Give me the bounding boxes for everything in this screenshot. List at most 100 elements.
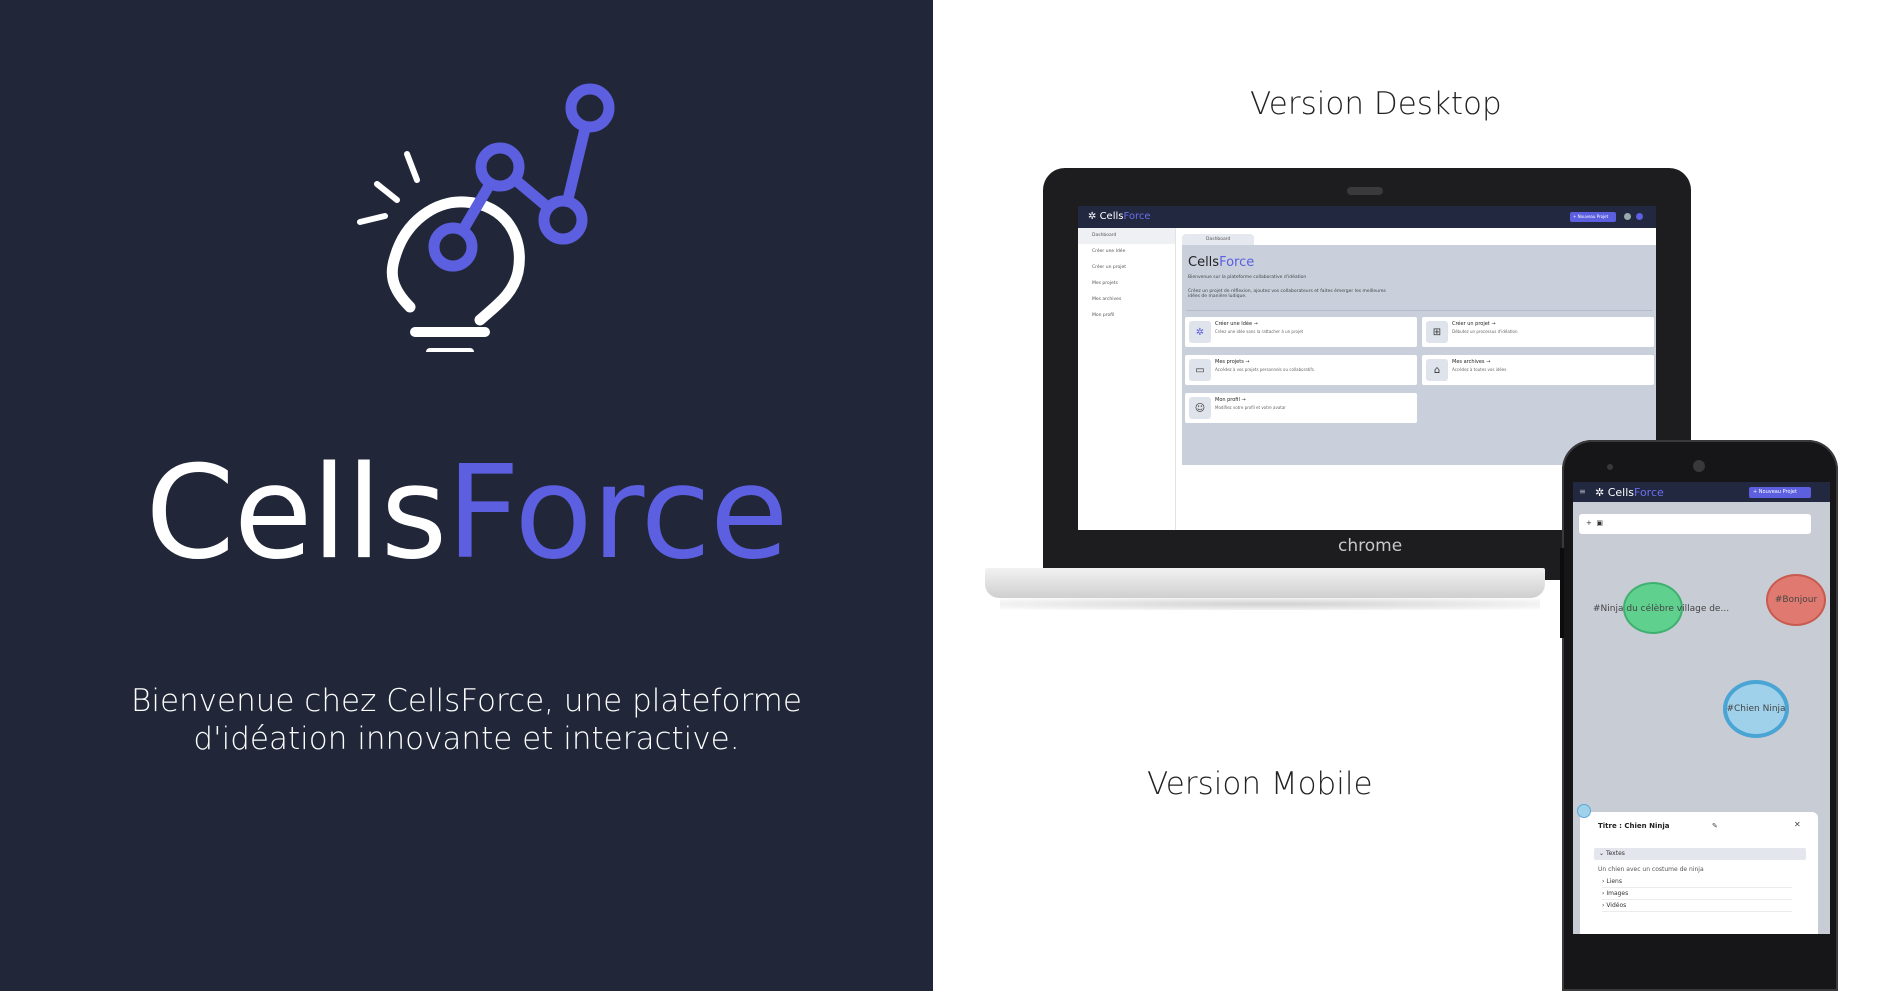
chevron-right-icon: ›: [1602, 902, 1605, 909]
sidebar-item-create-idea[interactable]: Créer une Idée: [1078, 244, 1175, 260]
mobile-logo-icon: ✲: [1595, 486, 1608, 499]
phone-sensor: [1607, 464, 1613, 470]
mobile-logo[interactable]: ✲ CellsForce: [1595, 486, 1664, 499]
dashboard-heading: CellsForce: [1188, 255, 1254, 270]
card-desc: Accédez à vos projets personnels ou coll…: [1215, 367, 1316, 372]
laptop-base: [985, 568, 1545, 598]
welcome-text: Bienvenue sur la plateforme collaborativ…: [1188, 275, 1307, 280]
sidebar-item-label: Créer un projet: [1092, 265, 1126, 270]
brand-part-1: Cells: [145, 439, 447, 588]
card-title: Mes projets →: [1215, 359, 1250, 365]
section-links[interactable]: › Liens: [1602, 878, 1792, 888]
laptop-camera: [1347, 187, 1383, 195]
section-textes[interactable]: ⌄ Textes: [1594, 848, 1806, 860]
desktop-logo-part-2: Force: [1123, 211, 1151, 222]
divider: [1186, 310, 1652, 311]
card-title: Créer une Idée →: [1215, 321, 1258, 327]
dashboard-panel: CellsForce Bienvenue sur la plateforme c…: [1182, 245, 1656, 465]
folder-plus-icon: ⊞: [1426, 321, 1448, 343]
card-create-project[interactable]: ⊞ Créer un projet → Débutez un processus…: [1422, 317, 1654, 347]
mobile-version-label: Version Mobile: [1147, 766, 1373, 802]
user-icon: ☺: [1189, 397, 1211, 419]
idea-bubble[interactable]: #Bonjour: [1766, 574, 1826, 626]
idea-description: Un chien avec un costume de ninja: [1598, 866, 1704, 873]
idea-bubble-label: #Ninja du célèbre village de...: [1593, 604, 1730, 614]
idea-detail-panel: Titre : Chien Ninja ✎ ✕ ⌄ Textes Un chie…: [1580, 812, 1818, 934]
mobile-logo-part-2: Force: [1634, 486, 1664, 499]
chevron-right-icon: ›: [1602, 890, 1605, 897]
tab-dashboard[interactable]: Dashboard: [1182, 234, 1254, 245]
sidebar-item-profile[interactable]: Mon profil: [1078, 308, 1175, 324]
mobile-toolbar: + ▣: [1579, 514, 1811, 534]
card-profile[interactable]: ☺ Mon profil → Modifiez votre profil et …: [1185, 393, 1417, 423]
edit-icon[interactable]: ✎: [1712, 822, 1718, 830]
card-archives[interactable]: ⌂ Mes archives → Accédez à toutes vos id…: [1422, 355, 1654, 385]
sidebar-item-archives[interactable]: Mes archives: [1078, 292, 1175, 308]
sidebar-item-label: Mes projets: [1092, 281, 1118, 286]
desktop-sidebar: Dashboard Créer une Idée Créer un projet…: [1078, 228, 1176, 530]
idea-bubble-label: #Chien Ninja: [1726, 704, 1786, 714]
desktop-logo-part-1: Cells: [1099, 211, 1124, 222]
avatar[interactable]: [1636, 213, 1643, 220]
desktop-logo[interactable]: ✲ CellsForce: [1088, 211, 1151, 222]
lightbulb-network-icon: [357, 83, 615, 352]
desktop-version-label: Version Desktop: [1250, 86, 1502, 122]
section-label: Images: [1606, 890, 1629, 897]
add-icon[interactable]: +: [1586, 519, 1592, 527]
menu-icon[interactable]: ≡: [1579, 487, 1586, 496]
mobile-topbar: ≡ ✲ CellsForce + Nouveau Projet: [1573, 482, 1830, 502]
card-desc: Débutez un processus d'idéation: [1452, 329, 1518, 334]
tagline-line-2: d'idéation innovante et interactive.: [193, 721, 740, 757]
card-create-idea[interactable]: ✲ Créer une Idée → Créez une idée sans l…: [1185, 317, 1417, 347]
section-label: Textes: [1605, 850, 1625, 857]
close-icon[interactable]: ✕: [1794, 820, 1801, 829]
section-label: Liens: [1606, 878, 1622, 885]
idea-bubble-label: #Bonjour: [1774, 595, 1818, 605]
tagline: Bienvenue chez CellsForce, une plateform…: [0, 682, 933, 758]
sidebar-item-my-projects[interactable]: Mes projets: [1078, 276, 1175, 292]
idea-bubble[interactable]: #Chien Ninja: [1723, 680, 1789, 738]
phone-screen: ≡ ✲ CellsForce + Nouveau Projet + ▣ #Nin…: [1573, 482, 1830, 934]
phone-camera: [1693, 460, 1705, 472]
folder-icon: ▭: [1189, 359, 1211, 381]
section-videos[interactable]: › Vidéos: [1602, 902, 1792, 912]
card-my-projects[interactable]: ▭ Mes projets → Accédez à vos projets pe…: [1185, 355, 1417, 385]
desktop-logo-icon: ✲: [1088, 211, 1100, 222]
card-desc: Accédez à toutes vos idées: [1452, 367, 1507, 372]
chrome-label: chrome: [1338, 536, 1403, 556]
mobile-logo-part-1: Cells: [1607, 486, 1635, 499]
sidebar-item-label: Mes archives: [1092, 297, 1122, 302]
card-title: Créer un projet →: [1452, 321, 1496, 327]
section-images[interactable]: › Images: [1602, 890, 1792, 900]
tagline-line-1: Bienvenue chez CellsForce, une plateform…: [131, 683, 802, 719]
heading-part-1: Cells: [1188, 255, 1220, 270]
card-title: Mes archives →: [1452, 359, 1491, 365]
sidebar-item-create-project[interactable]: Créer un projet: [1078, 260, 1175, 276]
brand-part-2: Force: [446, 439, 788, 588]
sidebar-item-label: Dashboard: [1092, 233, 1117, 238]
card-title: Mon profil →: [1215, 397, 1246, 403]
chevron-down-icon: ⌄: [1599, 850, 1605, 857]
inbox-icon[interactable]: ▣: [1596, 519, 1603, 527]
chevron-right-icon: ›: [1602, 878, 1605, 885]
hero-panel: CellsForce Bienvenue chez CellsForce, un…: [0, 0, 933, 991]
sidebar-item-label: Créer une Idée: [1092, 249, 1126, 254]
phone-side-button: [1560, 548, 1564, 638]
laptop-shadow: [1000, 598, 1540, 610]
mobile-new-project-button[interactable]: + Nouveau Projet: [1749, 487, 1811, 498]
notification-icon[interactable]: [1624, 213, 1631, 220]
card-desc: Créez une idée sans la rattacher à un pr…: [1215, 329, 1304, 334]
intro-text: Créez un projet de réflexion, ajoutez vo…: [1188, 289, 1386, 299]
idea-title: Titre : Chien Ninja: [1598, 822, 1670, 830]
sidebar-item-dashboard[interactable]: Dashboard: [1078, 228, 1175, 244]
heading-part-2: Force: [1219, 255, 1255, 270]
desktop-topbar: ✲ CellsForce + Nouveau Projet: [1078, 206, 1656, 228]
selected-idea-marker[interactable]: [1577, 804, 1591, 818]
new-project-button[interactable]: + Nouveau Projet: [1570, 212, 1616, 222]
section-label: Vidéos: [1606, 902, 1627, 909]
brand-wordmark: CellsForce: [0, 450, 933, 578]
card-desc: Modifiez votre profil et votre avatar: [1215, 405, 1286, 410]
inbox-icon: ⌂: [1426, 359, 1448, 381]
sidebar-item-label: Mon profil: [1092, 313, 1115, 318]
asterisk-icon: ✲: [1189, 321, 1211, 343]
